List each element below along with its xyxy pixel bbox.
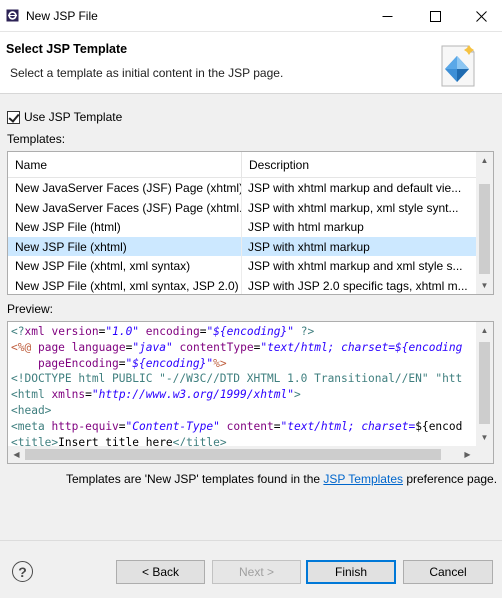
table-row-selected[interactable]: New JSP File (xhtml) JSP with xhtml mark… (8, 236, 493, 256)
scroll-right-icon[interactable]: ▶ (459, 446, 476, 463)
template-name: New JSP File (xhtml, xml syntax, JSP 2.0… (8, 275, 242, 294)
scroll-up-icon[interactable]: ▲ (476, 322, 493, 339)
scroll-left-icon[interactable]: ◀ (8, 446, 25, 463)
template-name: New JSP File (xhtml) (8, 236, 242, 256)
template-description: JSP with xhtml markup (248, 239, 370, 254)
template-name: New JSP File (html) (8, 217, 242, 237)
use-template-checkbox[interactable] (7, 110, 20, 124)
info-prefix: Templates are 'New JSP' templates found … (66, 472, 324, 486)
scrollbar-corner (476, 446, 493, 463)
preview-vertical-scrollbar[interactable]: ▲ ▼ (476, 322, 493, 446)
next-button[interactable]: Next > (212, 560, 301, 584)
window-title: New JSP File (26, 9, 98, 23)
template-description: JSP with html markup (248, 220, 364, 234)
scrollbar-thumb[interactable] (479, 184, 490, 274)
scroll-down-icon[interactable]: ▼ (476, 429, 493, 446)
table-row[interactable]: New JSP File (xhtml, xml syntax, JSP 2.0… (8, 275, 493, 294)
table-row[interactable]: New JSP File (xhtml, xml syntax) JSP wit… (8, 256, 493, 276)
wizard-body: Use JSP Template Templates: Name Descrip… (0, 94, 502, 598)
info-suffix: preference page. (403, 472, 498, 486)
code-line: <meta http-equiv="Content-Type" content=… (11, 419, 463, 433)
jsp-templates-link[interactable]: JSP Templates (323, 472, 403, 486)
template-name: New JSP File (xhtml, xml syntax) (8, 256, 242, 276)
template-description: JSP with JSP 2.0 specific tags, xhtml m.… (248, 278, 468, 293)
banner-description: Select a template as initial content in … (10, 66, 284, 80)
use-template-label: Use JSP Template (24, 110, 123, 124)
wizard-banner: Select JSP Template Select a template as… (0, 32, 502, 94)
code-line: pageEncoding="${encoding}"%> (37, 356, 227, 370)
maximize-icon[interactable] (412, 0, 458, 32)
template-description: JSP with xhtml markup, xml style synt... (248, 200, 459, 215)
template-name: New JavaServer Faces (JSF) Page (xhtml..… (8, 197, 242, 217)
scrollbar-thumb[interactable] (25, 449, 441, 460)
code-line: <!DOCTYPE html PUBLIC "-//W3C//DTD XHTML… (11, 372, 463, 386)
template-description: JSP with xhtml markup and default vie... (248, 181, 462, 195)
templates-info-text: Templates are 'New JSP' templates found … (66, 472, 497, 486)
table-row[interactable]: New JSP File (html) JSP with html markup (8, 217, 493, 237)
footer-divider (0, 540, 502, 541)
templates-vertical-scrollbar[interactable]: ▲ ▼ (476, 152, 493, 294)
use-template-checkbox-row[interactable]: Use JSP Template (7, 110, 122, 124)
close-icon[interactable] (458, 0, 502, 32)
code-line: <html xmlns="http://www.w3.org/1999/xhtm… (11, 388, 301, 402)
preview-horizontal-scrollbar[interactable]: ◀ ▶ (8, 446, 476, 463)
column-header-description[interactable]: Description (242, 152, 309, 178)
title-bar: New JSP File (0, 0, 502, 32)
template-description: JSP with xhtml markup and xml style s... (248, 259, 463, 273)
preview-code-area[interactable]: <?xml version="1.0" encoding="${encoding… (7, 321, 494, 464)
code-line: <?xml version="1.0" encoding="${encoding… (11, 325, 315, 338)
minimize-icon[interactable] (364, 0, 410, 32)
back-button[interactable]: < Back (116, 560, 205, 584)
wizard-diamond-icon (441, 45, 475, 87)
table-row[interactable]: New JavaServer Faces (JSF) Page (xhtml..… (8, 197, 493, 217)
banner-heading: Select JSP Template (6, 42, 128, 56)
help-icon[interactable]: ? (12, 561, 33, 582)
table-header: Name Description (8, 152, 493, 178)
column-header-name[interactable]: Name (8, 152, 242, 178)
templates-table[interactable]: Name Description New JavaServer Faces (J… (7, 151, 494, 295)
templates-label: Templates: (7, 132, 66, 146)
scroll-down-icon[interactable]: ▼ (476, 277, 493, 294)
finish-button[interactable]: Finish (306, 560, 396, 584)
cancel-button[interactable]: Cancel (403, 560, 493, 584)
table-row[interactable]: New JavaServer Faces (JSF) Page (xhtml) … (8, 178, 493, 198)
scroll-up-icon[interactable]: ▲ (476, 152, 493, 169)
code-line: <%@ page language="java" contentType="te… (11, 340, 463, 354)
eclipse-app-icon (6, 9, 19, 22)
preview-code: <?xml version="1.0" encoding="${encoding… (11, 324, 462, 450)
preview-label: Preview: (7, 302, 54, 316)
code-line: <head> (11, 403, 52, 417)
scrollbar-thumb[interactable] (479, 342, 490, 424)
template-name: New JavaServer Faces (JSF) Page (xhtml) (8, 178, 242, 198)
